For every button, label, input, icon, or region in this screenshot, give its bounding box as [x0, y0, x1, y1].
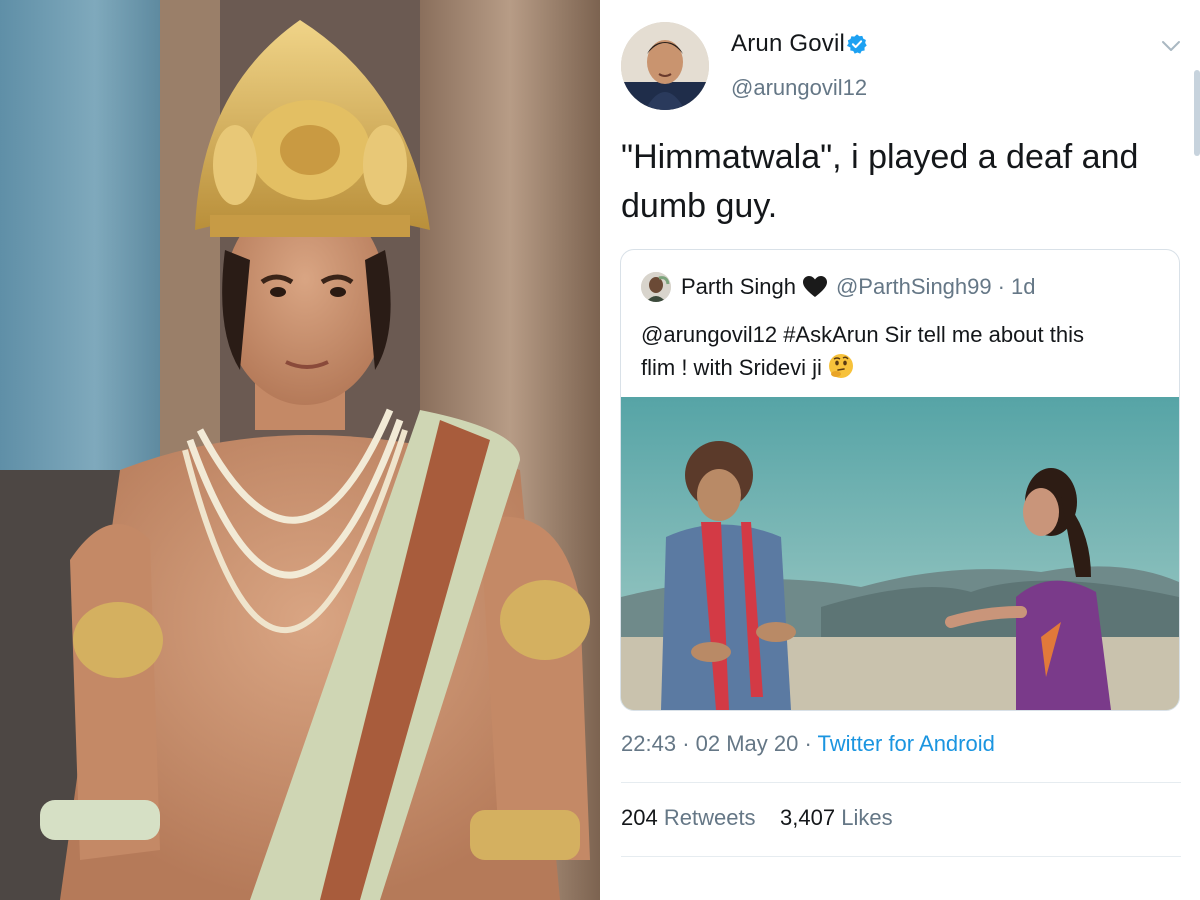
quoted-tweet-text: @arungovil12 #AskArun Sir tell me about … [641, 318, 1161, 384]
quoted-tweet-age[interactable]: 1d [1011, 274, 1035, 300]
tweet-text-line-2: dumb guy. [621, 187, 778, 225]
quoted-author-name[interactable]: Parth Singh [681, 274, 796, 300]
tweet-time[interactable]: 22:43 [621, 731, 676, 756]
likes-stat[interactable]: 3,407 Likes [780, 805, 893, 830]
tweet-text: "Himmatwala", i played a deaf and dumb g… [621, 133, 1161, 231]
separator-dot: · [682, 731, 696, 756]
tweet-source-link[interactable]: Twitter for Android [818, 731, 995, 756]
divider [621, 856, 1181, 857]
chevron-down-icon[interactable] [1160, 38, 1182, 54]
quoted-tweet-header: Parth Singh @ParthSingh99 · 1d [641, 272, 1035, 302]
thinking-face-emoji [829, 354, 854, 378]
tweet-date[interactable]: 02 May 20 [696, 731, 799, 756]
separator-dot: · [804, 731, 818, 756]
author-avatar[interactable] [621, 22, 709, 110]
retweets-count: 204 [621, 805, 658, 830]
black-heart-icon [802, 276, 827, 297]
quoted-text-line-1: @arungovil12 #AskArun Sir tell me about … [641, 322, 1084, 347]
verified-badge-icon [847, 34, 867, 54]
quoted-text-line-2-text: flim ! with Sridevi ji [641, 355, 822, 380]
scrollbar-thumb[interactable] [1194, 70, 1200, 156]
quoted-text-line-2: flim ! with Sridevi ji [641, 351, 1161, 384]
likes-label: Likes [841, 805, 893, 830]
likes-count: 3,407 [780, 805, 836, 830]
quoted-author-avatar [641, 272, 671, 302]
author-handle[interactable]: @arungovil12 [731, 75, 867, 101]
tweet-meta: 22:43 · 02 May 20 · Twitter for Android [621, 731, 995, 757]
retweets-label: Retweets [663, 805, 756, 830]
retweets-stat[interactable]: 204 Retweets [621, 805, 762, 830]
quoted-tweet-image[interactable] [621, 397, 1179, 710]
engagement-stats: 204 Retweets 3,407 Likes [621, 805, 893, 831]
divider [621, 782, 1181, 783]
author-display-name[interactable]: Arun Govil [731, 30, 845, 58]
quoted-tweet-card[interactable]: Parth Singh @ParthSingh99 · 1d @arungovi… [620, 249, 1180, 711]
quoted-author-handle[interactable]: @ParthSingh99 [836, 274, 992, 300]
tweet-panel: Arun Govil @arungovil12 "Himmatwala", i … [600, 0, 1200, 900]
tweet-text-line-1: "Himmatwala", i played a deaf and [621, 138, 1139, 176]
separator-dot: · [997, 274, 1005, 299]
left-portrait-photo [0, 0, 600, 900]
